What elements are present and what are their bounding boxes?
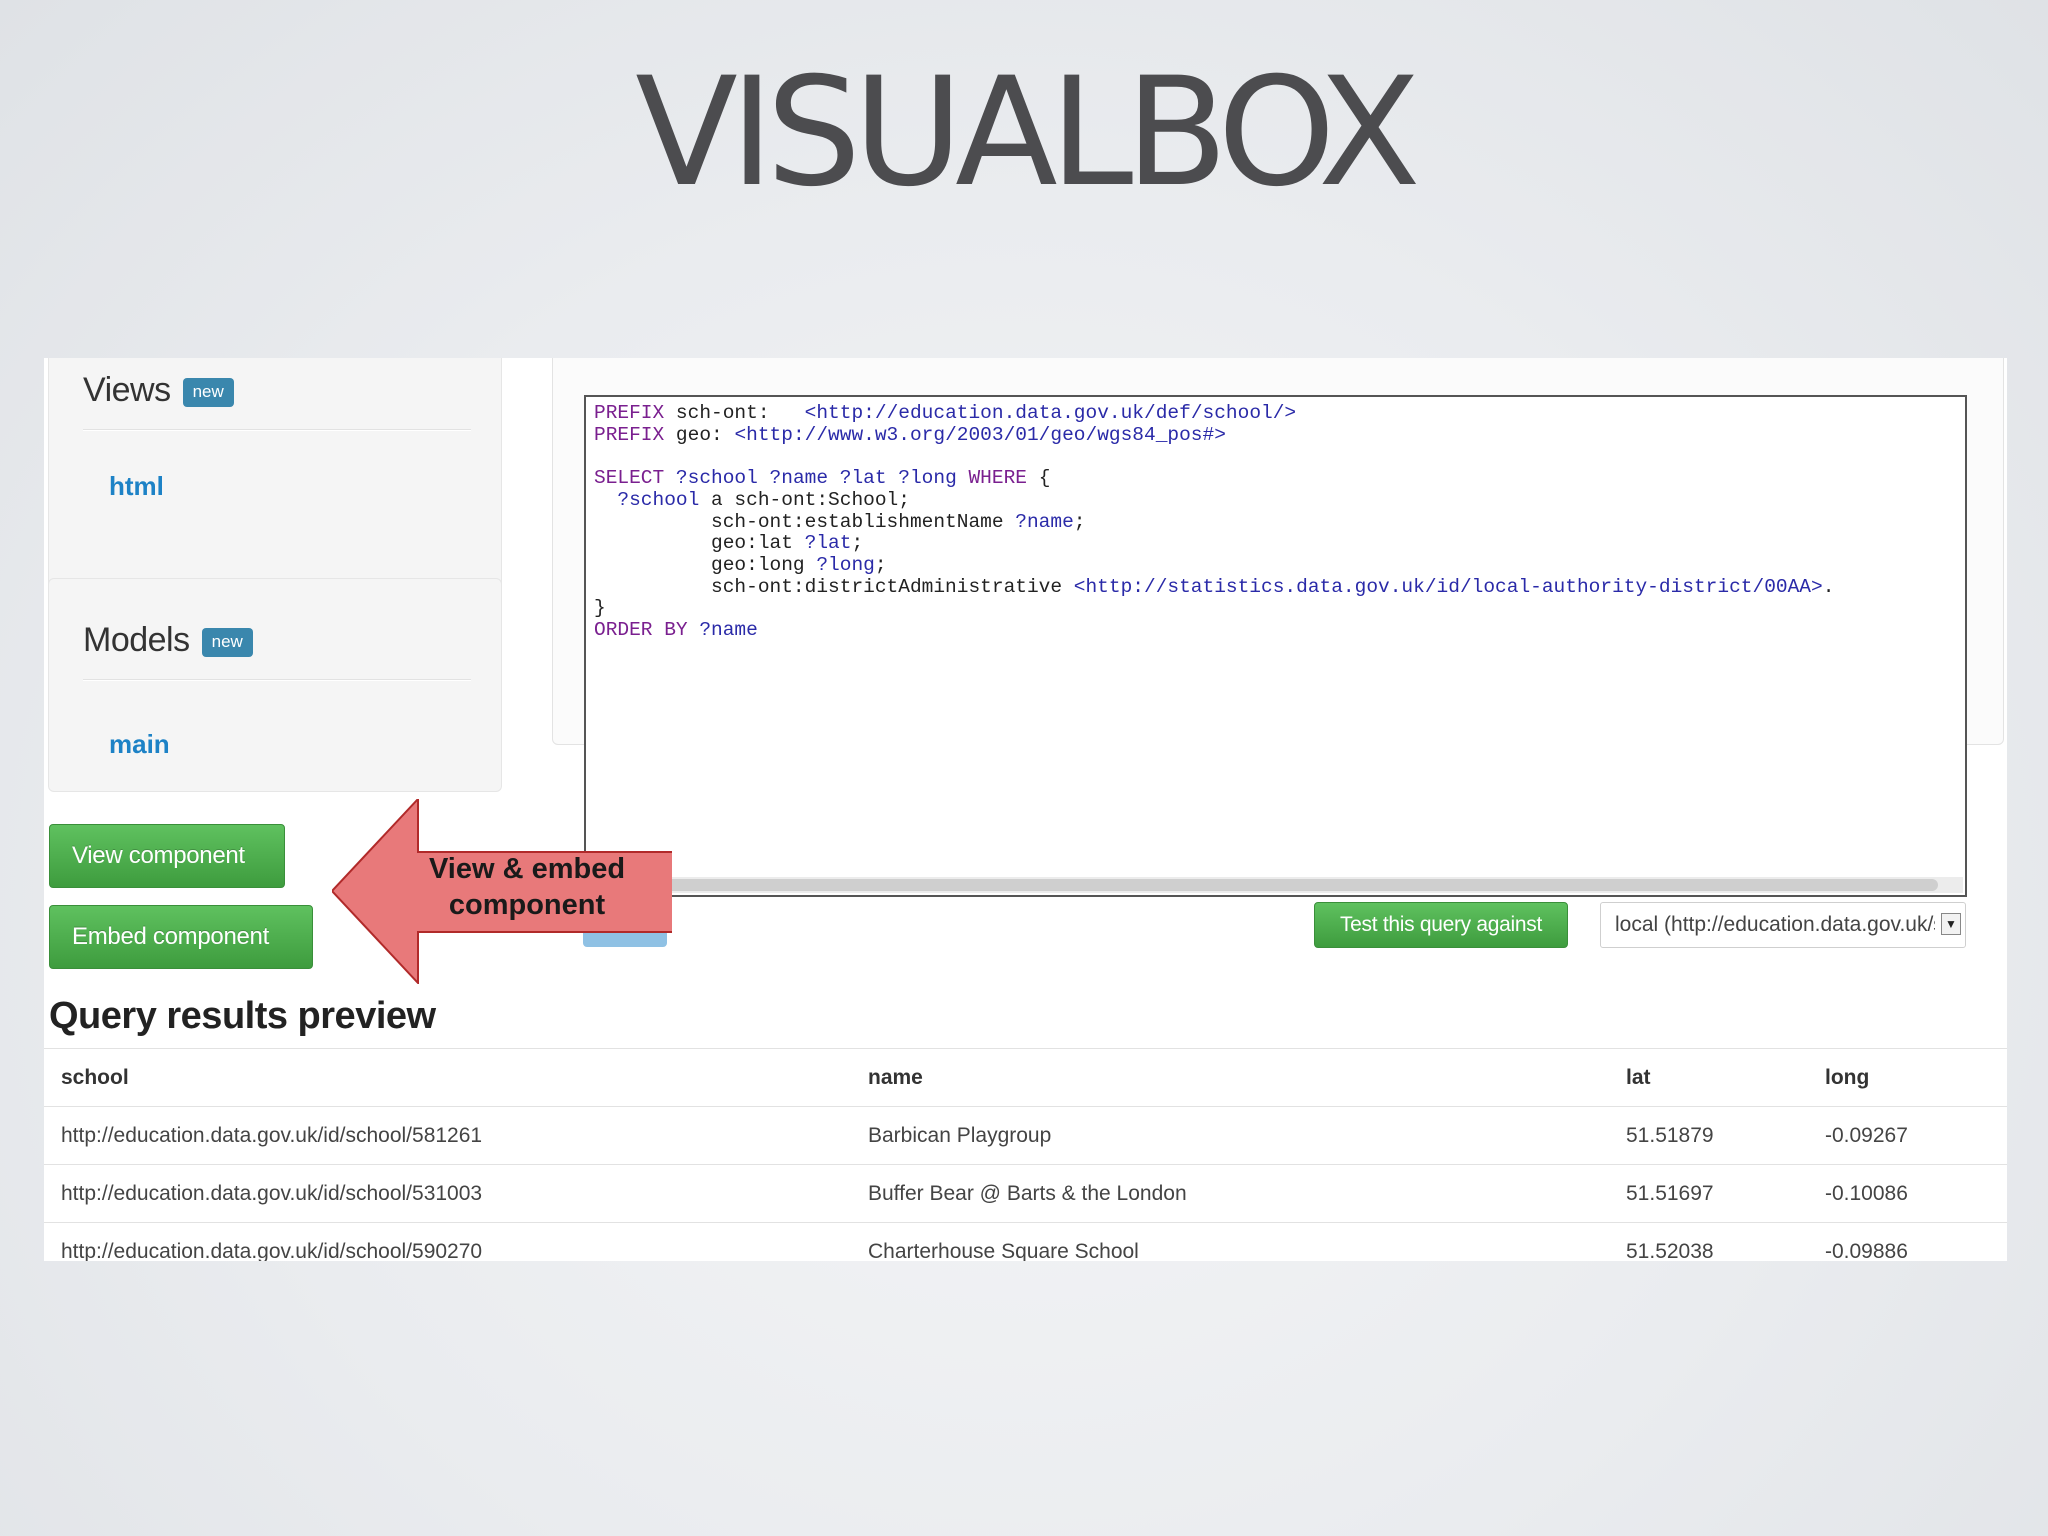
callout-line-1: View & embed	[428, 853, 626, 885]
views-panel: Views new html	[48, 358, 502, 602]
scrollbar-thumb[interactable]	[588, 879, 1938, 891]
callout-arrow: View & embed component	[332, 799, 672, 984]
code-token: ?lat	[804, 532, 852, 555]
code-token: ?school	[617, 488, 700, 511]
code-token: .	[1822, 575, 1835, 598]
views-header: Views new	[83, 371, 234, 410]
code-token: ;	[1073, 510, 1086, 533]
results-table: school name lat long http://education.da…	[44, 1048, 2007, 1261]
models-header: Models new	[83, 621, 253, 660]
table-header-row: school name lat long	[44, 1048, 2007, 1107]
code-token: <http://www.w3.org/2003/01/geo/wgs84_pos…	[734, 423, 1226, 446]
code-token: ?school ?name ?lat ?long	[675, 467, 957, 490]
code-token: ;	[874, 553, 887, 576]
cell-school: http://education.data.gov.uk/id/school/5…	[44, 1106, 851, 1165]
code-token: geo:lat	[594, 532, 805, 555]
app-screenshot: Views new html Models new main View comp…	[44, 358, 2007, 1261]
chevron-down-icon: ▼	[1941, 913, 1961, 935]
cell-lat: 51.51697	[1609, 1164, 1808, 1223]
views-title: Views	[83, 371, 171, 409]
embed-component-button[interactable]: Embed component	[49, 905, 313, 969]
code-token: sch-ont:districtAdministrative	[594, 575, 1074, 598]
cell-lat: 51.51879	[1609, 1106, 1808, 1165]
code-token: }	[594, 597, 606, 620]
models-link-main[interactable]: main	[109, 729, 170, 760]
models-panel: Models new main	[48, 578, 502, 792]
code-token: ?long	[816, 553, 875, 576]
table-row: http://education.data.gov.uk/id/school/5…	[44, 1164, 2007, 1223]
view-component-button[interactable]: View component	[49, 824, 285, 888]
callout-line-2: component	[448, 889, 606, 921]
column-header-name: name	[851, 1048, 1609, 1107]
models-title: Models	[83, 621, 190, 659]
cell-long: -0.09886	[1808, 1222, 2007, 1261]
models-divider	[83, 679, 471, 680]
column-header-long: long	[1808, 1048, 2007, 1107]
code-token: WHERE	[968, 467, 1027, 490]
models-new-badge: new	[201, 628, 253, 657]
code-token: geo:	[664, 423, 735, 446]
code-token: ?name	[699, 619, 758, 642]
code-token: a sch-ont:School;	[699, 488, 910, 511]
code-token: ?name	[1015, 510, 1074, 533]
callout-label: View & embed component	[414, 851, 640, 923]
column-header-school: school	[44, 1048, 851, 1107]
code-token: PREFIX	[594, 402, 665, 424]
code-token: sch-ont:	[664, 402, 805, 424]
editor-horizontal-scrollbar[interactable]	[588, 877, 1963, 893]
cell-name: Barbican Playgroup	[851, 1106, 1609, 1165]
sparql-editor[interactable]: PREFIX sch-ont: <http://education.data.g…	[584, 395, 1967, 897]
views-divider	[83, 429, 471, 430]
code-token: {	[1027, 467, 1051, 490]
cell-long: -0.10086	[1808, 1164, 2007, 1223]
cell-school: http://education.data.gov.uk/id/school/5…	[44, 1164, 851, 1223]
code-token: ;	[851, 532, 864, 555]
code-token: SELECT	[594, 467, 665, 490]
code-token: ORDER BY	[594, 619, 688, 642]
cell-name: Buffer Bear @ Barts & the London	[851, 1164, 1609, 1223]
results-title: Query results preview	[49, 995, 436, 1037]
code-token: geo:long	[594, 553, 817, 576]
table-row: http://education.data.gov.uk/id/school/5…	[44, 1106, 2007, 1165]
code-token: <http://education.data.gov.uk/def/school…	[804, 402, 1297, 424]
cell-long: -0.09267	[1808, 1106, 2007, 1165]
views-new-badge: new	[182, 378, 234, 407]
views-link-html[interactable]: html	[109, 471, 164, 502]
sparql-code: PREFIX sch-ont: <http://education.data.g…	[594, 402, 1835, 642]
endpoint-select[interactable]: local (http://education.data.gov.uk/spar…	[1600, 902, 1966, 948]
column-header-lat: lat	[1609, 1048, 1808, 1107]
cell-school: http://education.data.gov.uk/id/school/5…	[44, 1222, 851, 1261]
cell-name: Charterhouse Square School	[851, 1222, 1609, 1261]
code-token: <http://statistics.data.gov.uk/id/local-…	[1073, 575, 1823, 598]
endpoint-selected-value: local (http://education.data.gov.uk/spar…	[1615, 913, 1935, 936]
test-query-button[interactable]: Test this query against	[1314, 902, 1568, 948]
code-token: sch-ont:establishmentName	[594, 510, 1016, 533]
cell-lat: 51.52038	[1609, 1222, 1808, 1261]
table-row: http://education.data.gov.uk/id/school/5…	[44, 1222, 2007, 1261]
code-token: PREFIX	[594, 423, 665, 446]
slide-title: VISUALBOX	[635, 46, 1421, 220]
